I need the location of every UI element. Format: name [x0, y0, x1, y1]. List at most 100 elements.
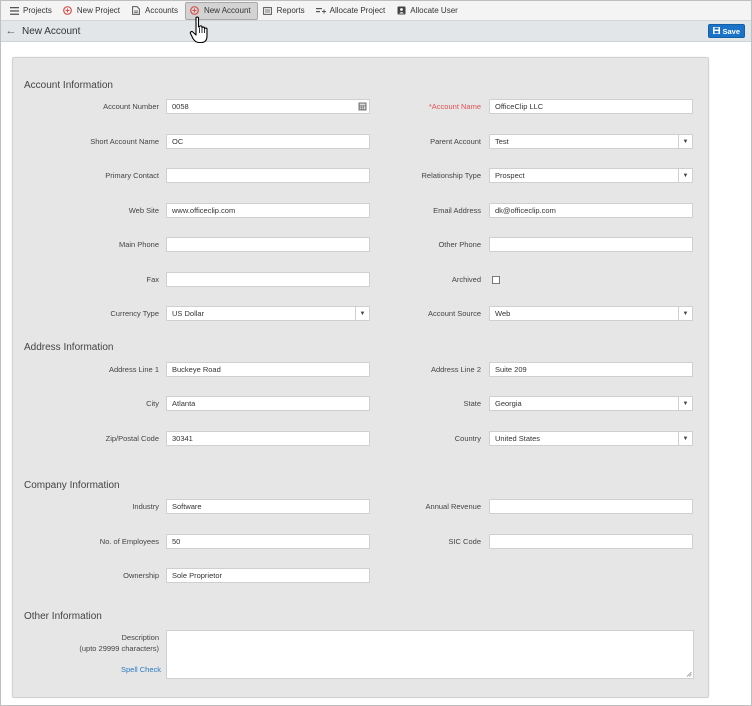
email-address-field[interactable]: dk@officeclip.com	[489, 203, 693, 218]
parent-account-select[interactable]: Test ▼	[489, 134, 693, 149]
hand-cursor-icon	[189, 16, 208, 44]
report-icon	[263, 6, 273, 16]
nav-projects[interactable]: Projects	[5, 2, 58, 20]
nav-reports-label: Reports	[276, 6, 305, 15]
nav-accounts-label: Accounts	[145, 6, 178, 15]
zip-field[interactable]: 30341	[166, 431, 370, 446]
spell-check-link[interactable]: Spell Check	[121, 665, 161, 674]
country-select[interactable]: United States ▼	[489, 431, 693, 446]
short-account-name-field[interactable]: OC	[166, 134, 370, 149]
nav-allocate-user[interactable]: Allocate User	[392, 2, 464, 20]
industry-label: Industry	[132, 502, 159, 511]
address-line-2-label: Address Line 2	[430, 365, 481, 374]
section-company-information: Company Information	[24, 480, 120, 491]
nav-allocate-project-label: Allocate Project	[329, 6, 386, 15]
web-site-field[interactable]: www.officeclip.com	[166, 203, 370, 218]
nav-new-project-label: New Project	[76, 6, 121, 15]
section-account-information: Account Information	[24, 80, 113, 91]
nav-new-account-label: New Account	[203, 6, 251, 15]
sic-code-label: SIC Code	[448, 537, 481, 546]
document-icon	[131, 6, 141, 16]
nav-accounts[interactable]: Accounts	[127, 2, 184, 20]
email-address-label: Email Address	[433, 206, 481, 215]
relationship-type-select[interactable]: Prospect ▼	[489, 168, 693, 183]
short-account-name-label: Short Account Name	[90, 137, 159, 146]
account-name-value: OfficeClip LLC	[495, 102, 544, 111]
employees-value: 50	[172, 537, 181, 546]
ownership-field[interactable]: Sole Proprietor	[166, 568, 370, 583]
back-arrow-icon[interactable]: ←	[4, 25, 18, 37]
city-value: Atlanta	[172, 399, 196, 408]
relationship-type-value: Prospect	[495, 171, 525, 180]
save-button[interactable]: Save	[708, 24, 745, 38]
annual-revenue-label: Annual Revenue	[425, 502, 481, 511]
city-field[interactable]: Atlanta	[166, 396, 370, 411]
employees-field[interactable]: 50	[166, 534, 370, 549]
form-panel	[12, 57, 709, 698]
nav-new-project[interactable]: New Project	[59, 2, 126, 20]
list-add-icon	[315, 6, 326, 16]
chevron-down-icon[interactable]: ▼	[678, 432, 692, 445]
email-address-value: dk@officeclip.com	[495, 206, 556, 215]
currency-type-label: Currency Type	[110, 309, 159, 318]
sic-code-field[interactable]	[489, 534, 693, 549]
chevron-down-icon[interactable]: ▼	[678, 169, 692, 182]
section-other-information: Other Information	[24, 611, 102, 622]
account-source-label: Account Source	[428, 309, 481, 318]
parent-account-label: Parent Account	[430, 137, 481, 146]
resize-grip-icon[interactable]	[686, 671, 692, 677]
page-title: New Account	[22, 25, 81, 37]
address-line-2-field[interactable]: Suite 209	[489, 362, 693, 377]
description-textarea[interactable]	[166, 630, 694, 679]
address-line-2-value: Suite 209	[495, 365, 527, 374]
main-phone-field[interactable]	[166, 237, 370, 252]
top-nav: Projects New Project Accounts New Accoun…	[1, 1, 751, 21]
state-select[interactable]: Georgia ▼	[489, 396, 693, 411]
industry-field[interactable]: Software	[166, 499, 370, 514]
account-name-field[interactable]: OfficeClip LLC	[489, 99, 693, 114]
web-site-value: www.officeclip.com	[172, 206, 236, 215]
ownership-label: Ownership	[123, 571, 159, 580]
nav-reports[interactable]: Reports	[259, 2, 311, 20]
chevron-down-icon[interactable]: ▼	[678, 397, 692, 410]
address-line-1-field[interactable]: Buckeye Road	[166, 362, 370, 377]
primary-contact-field[interactable]	[166, 168, 370, 183]
employees-label: No. of Employees	[99, 537, 159, 546]
description-sublabel: (upto 29999 characters)	[79, 644, 159, 653]
annual-revenue-field[interactable]	[489, 499, 693, 514]
address-line-1-value: Buckeye Road	[172, 365, 221, 374]
country-value: United States	[495, 434, 541, 443]
title-bar: ← New Account Save	[1, 21, 751, 42]
list-icon	[9, 6, 19, 16]
currency-type-value: US Dollar	[172, 309, 205, 318]
currency-type-select[interactable]: US Dollar ▼	[166, 306, 370, 321]
web-site-label: Web Site	[128, 206, 159, 215]
account-source-select[interactable]: Web ▼	[489, 306, 693, 321]
save-icon	[713, 26, 721, 36]
chevron-down-icon[interactable]: ▼	[678, 307, 692, 320]
save-label: Save	[722, 26, 740, 36]
nav-projects-label: Projects	[23, 6, 52, 15]
city-label: City	[146, 399, 159, 408]
address-line-1-label: Address Line 1	[108, 365, 159, 374]
archived-label: Archived	[451, 275, 481, 284]
zip-label: Zip/Postal Code	[105, 434, 159, 443]
fax-field[interactable]	[166, 272, 370, 287]
account-source-value: Web	[495, 309, 511, 318]
archived-checkbox[interactable]	[492, 276, 500, 284]
other-phone-field[interactable]	[489, 237, 693, 252]
parent-account-value: Test	[495, 137, 509, 146]
ownership-value: Sole Proprietor	[172, 571, 223, 580]
short-account-name-value: OC	[172, 137, 184, 146]
account-number-label: Account Number	[103, 102, 159, 111]
other-phone-label: Other Phone	[438, 240, 481, 249]
nav-allocate-project[interactable]: Allocate Project	[312, 2, 392, 20]
fax-label: Fax	[146, 275, 159, 284]
add-circle-icon	[190, 6, 200, 16]
account-number-field[interactable]: 0058	[166, 99, 370, 114]
country-label: Country	[454, 434, 481, 443]
description-label: Description	[121, 633, 159, 642]
chevron-down-icon[interactable]: ▼	[678, 135, 692, 148]
nav-allocate-user-label: Allocate User	[410, 6, 458, 15]
state-label: State	[463, 399, 481, 408]
